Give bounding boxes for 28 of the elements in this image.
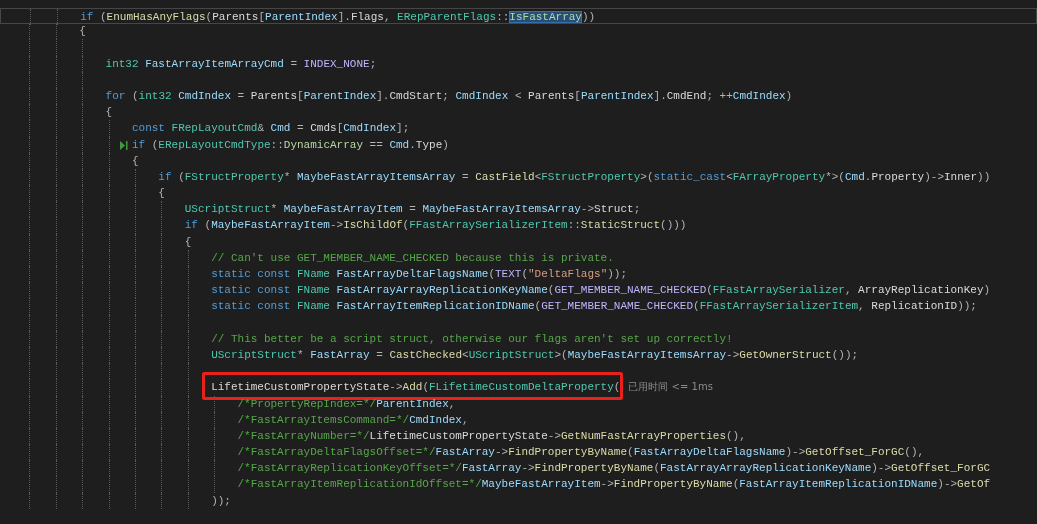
- code-line: UScriptStruct* MaybeFastArrayItem = MaybeFastArrayItemsArray->Struct;: [184, 202, 641, 218]
- elapsed-time-hint: 已用时间 <= 1ms: [628, 380, 713, 395]
- code-line: {: [131, 153, 139, 169]
- code-line: static const FName FastArrayDeltaFlagsName(TEXT("DeltaFlags"));: [211, 267, 628, 282]
- code-line: const FRepLayoutCmd& Cmd = Cmds[CmdIndex];: [131, 121, 410, 137]
- code-line: UScriptStruct* FastArray = CastChecked<UScriptStruct>(MaybeFastArrayItemsArray->GetOwnerStruct());: [211, 347, 859, 363]
- code-line: if (MaybeFastArrayItem->IsChildOf(FFastArraySerializerItem::StaticStruct())): [184, 218, 687, 234]
- code-line: static const FName FastArrayArrayReplicationKeyName(GET_MEMBER_NAME_CHECKED(FFastArraySerializer, ArrayReplicationKey): [211, 283, 991, 299]
- code-line: {: [184, 234, 192, 250]
- code-line: /*FastArrayItemsCommand=*/CmdIndex,: [237, 412, 469, 428]
- code-line: {: [79, 24, 86, 40]
- code-line: if (FStructProperty* MaybeFastArrayItemsArray = CastField<FStructProperty>(static_cast<FArrayProperty*>(Cmd.Property)->Inner)): [158, 169, 991, 185]
- code-line: LifetimeCustomPropertyState->Add(FLifetimeCustomDeltaProperty(: [211, 379, 621, 396]
- code-line: /*FastArrayNumber=*/LifetimeCustomPropertyState->GetNumFastArrayProperties(),: [237, 428, 746, 444]
- code-line: for (int32 CmdIndex = Parents[ParentIndex].CmdStart; CmdIndex < Parents[ParentIndex].CmdEnd; ++CmdIndex): [105, 88, 793, 104]
- code-line: /*PropertyRepIndex=*/ParentIndex,: [237, 396, 456, 412]
- code-line: {: [105, 105, 113, 121]
- code-line: /*FastArrayItemReplicationIdOffset=*/MaybeFastArrayItem->FindPropertyByName(FastArrayItemReplicationIDName)->GetOf: [237, 477, 991, 493]
- code-line: static const FName FastArrayItemReplicationIDName(GET_MEMBER_NAME_CHECKED(FFastArraySerializerItem, ReplicationID));: [211, 299, 977, 315]
- code-line: /*FastArrayReplicationKeyOffset=*/FastArray->FindPropertyByName(FastArrayArrayReplicationKeyName)->GetOffset_ForGC: [237, 461, 991, 477]
- code-line: /*FastArrayDeltaFlagsOffset=*/FastArray->FindPropertyByName(FastArrayDeltaFlagsName)->GetOffset_ForGC(),: [237, 445, 925, 461]
- code-line: {: [158, 186, 165, 202]
- code-line: ));: [211, 493, 231, 509]
- code-line: // Can't use GET_MEMBER_NAME_CHECKED because this is private.: [211, 250, 614, 266]
- code-line: if (ERepLayoutCmdType::DynamicArray == Cmd.Type): [131, 137, 449, 153]
- code-line: // This better be a script struct, otherwise our flags aren't set up correctly!: [211, 331, 733, 347]
- code-line: int32 FastArrayItemArrayCmd = INDEX_NONE;: [105, 56, 377, 72]
- run-arrow-icon[interactable]: [119, 140, 128, 150]
